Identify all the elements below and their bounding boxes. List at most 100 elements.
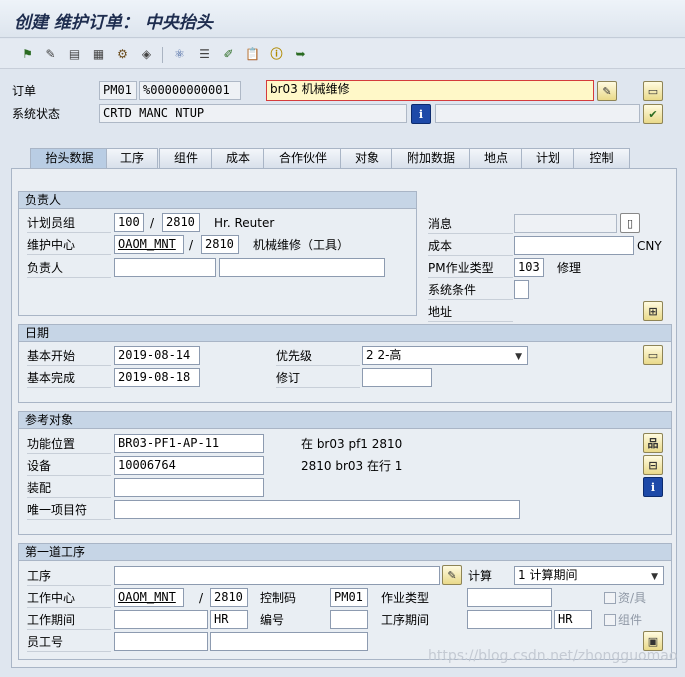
- edit-icon[interactable]: ✐: [219, 44, 238, 63]
- number-input[interactable]: [330, 610, 368, 629]
- operation-text-input[interactable]: [114, 566, 440, 585]
- clipboard-icon[interactable]: 📋: [243, 44, 262, 63]
- group-title: 第一道工序: [19, 544, 671, 561]
- user-status-field: [435, 104, 640, 123]
- create-notification-button[interactable]: ▯: [620, 213, 640, 233]
- currency-label: CNY: [637, 239, 662, 253]
- assembly-input[interactable]: [114, 478, 264, 497]
- dates-detail-button[interactable]: ▭: [643, 345, 663, 365]
- resources-checkbox[interactable]: [604, 592, 616, 604]
- info-icon[interactable]: i: [643, 477, 663, 497]
- system-condition-label: 系统条件: [428, 281, 513, 300]
- unique-item-input[interactable]: [114, 500, 520, 519]
- personnel-number-label: 员工号: [27, 633, 111, 652]
- tab-objects[interactable]: 对象: [340, 148, 394, 169]
- toolbar-separator: [162, 47, 163, 63]
- activity-type-label: PM作业类型: [428, 259, 513, 278]
- status-check-button[interactable]: ✔: [643, 104, 663, 124]
- calculation-label: 计算: [468, 569, 493, 583]
- flag-icon[interactable]: ⚑: [18, 44, 37, 63]
- chevron-down-icon: ▼: [651, 572, 658, 582]
- equipment-input[interactable]: 10006764: [114, 456, 264, 475]
- personnel-name-input[interactable]: [210, 632, 368, 651]
- component-checkbox[interactable]: [604, 614, 616, 626]
- planner-plant-input[interactable]: 2810: [162, 213, 200, 232]
- object-icon[interactable]: ◈: [137, 44, 156, 63]
- equipment-label: 设备: [27, 457, 111, 476]
- op-plant-input[interactable]: 2810: [210, 588, 248, 607]
- control-key-label: 控制码: [260, 591, 297, 605]
- system-condition-input[interactable]: [514, 280, 529, 299]
- personnel-number-input[interactable]: [114, 632, 208, 651]
- tab-control[interactable]: 控制: [573, 148, 630, 169]
- calculation-key-select[interactable]: 1 计算期间 ▼: [514, 566, 664, 585]
- tab-location[interactable]: 地点: [469, 148, 523, 169]
- slash-separator: /: [199, 591, 204, 605]
- activity-type-input[interactable]: [467, 588, 552, 607]
- long-text-edit-button[interactable]: ✎: [597, 81, 617, 101]
- priority-select[interactable]: 2 2-高 ▼: [362, 346, 528, 365]
- address-button[interactable]: ⊞: [643, 301, 663, 321]
- cost-input[interactable]: [514, 236, 634, 255]
- chevron-down-icon: ▼: [515, 352, 522, 362]
- tab-header-data[interactable]: 抬头数据: [30, 148, 109, 169]
- work-period-label: 工作期间: [27, 611, 111, 630]
- revision-label: 修订: [276, 369, 360, 388]
- work-center-input[interactable]: OAOM_MNT: [114, 235, 184, 254]
- basic-finish-label: 基本完成: [27, 369, 111, 388]
- work-center-plant-input[interactable]: 2810: [201, 235, 239, 254]
- tab-planning[interactable]: 计划: [521, 148, 575, 169]
- change-icon[interactable]: ✎: [41, 44, 60, 63]
- document-icon[interactable]: ▤: [65, 44, 84, 63]
- tab-partners[interactable]: 合作伙伴: [263, 148, 343, 169]
- info-icon[interactable]: ⓘ: [267, 44, 286, 63]
- slash-separator: /: [189, 238, 194, 252]
- op-work-center-input[interactable]: OAOM_MNT: [114, 588, 184, 607]
- tab-additional-data[interactable]: 附加数据: [391, 148, 471, 169]
- operation-long-text-button[interactable]: ✎: [442, 565, 462, 585]
- activity-type-description: 修理: [557, 261, 582, 275]
- functional-location-label: 功能位置: [27, 435, 111, 454]
- hierarchy-icon[interactable]: ⊟: [643, 455, 663, 475]
- functional-location-input[interactable]: BR03-PF1-AP-11: [114, 434, 264, 453]
- number-label: 编号: [260, 613, 285, 627]
- unique-item-label: 唯一项目符: [27, 501, 111, 520]
- notification-label: 消息: [428, 215, 513, 234]
- group-title: 负责人: [19, 192, 416, 209]
- pm-activity-type-input[interactable]: 103: [514, 258, 544, 277]
- order-text-input[interactable]: br03 机械维修: [266, 80, 594, 101]
- tab-components[interactable]: 组件: [159, 148, 213, 169]
- redo-icon[interactable]: ➥: [291, 44, 310, 63]
- application-toolbar: ⚑ ✎ ▤ ▦ ⚙ ◈ ⚛ ☰ ✐ 📋 ⓘ ➥: [0, 39, 685, 69]
- revision-input[interactable]: [362, 368, 432, 387]
- operation-unit-input[interactable]: HR: [554, 610, 592, 629]
- basic-finish-input[interactable]: 2019-08-18: [114, 368, 200, 387]
- operation-period-input[interactable]: [467, 610, 552, 629]
- work-period-input[interactable]: [114, 610, 208, 629]
- work-unit-input[interactable]: HR: [210, 610, 248, 629]
- list-icon[interactable]: ☰: [195, 44, 214, 63]
- calculator-icon[interactable]: ▦: [89, 44, 108, 63]
- calculation-key-value: 1 计算期间: [518, 568, 578, 582]
- header-detail-button[interactable]: ▭: [643, 81, 663, 101]
- status-info-icon[interactable]: i: [411, 104, 431, 124]
- component-label: 组件: [618, 613, 643, 627]
- hierarchy-icon[interactable]: ⚙: [113, 44, 132, 63]
- basic-start-label: 基本开始: [27, 347, 111, 366]
- component-icon[interactable]: ⚛: [170, 44, 189, 63]
- resources-label: 资/具: [618, 591, 647, 605]
- group-title: 参考对象: [19, 412, 671, 429]
- planner-group-input[interactable]: 100: [114, 213, 144, 232]
- tab-costs[interactable]: 成本: [211, 148, 265, 169]
- planner-name: Hr. Reuter: [214, 216, 275, 230]
- person-responsible-name-input[interactable]: [219, 258, 385, 277]
- person-responsible-input[interactable]: [114, 258, 216, 277]
- order-number-field: %00000000001: [139, 81, 241, 100]
- tab-operations[interactable]: 工序: [106, 148, 158, 169]
- structure-icon[interactable]: 品: [643, 433, 663, 453]
- op-work-center-label: 工作中心: [27, 589, 111, 608]
- basic-start-input[interactable]: 2019-08-14: [114, 346, 200, 365]
- control-key-input[interactable]: PM01: [330, 588, 368, 607]
- cost-label: 成本: [428, 237, 513, 256]
- order-type-field: PM01: [99, 81, 137, 100]
